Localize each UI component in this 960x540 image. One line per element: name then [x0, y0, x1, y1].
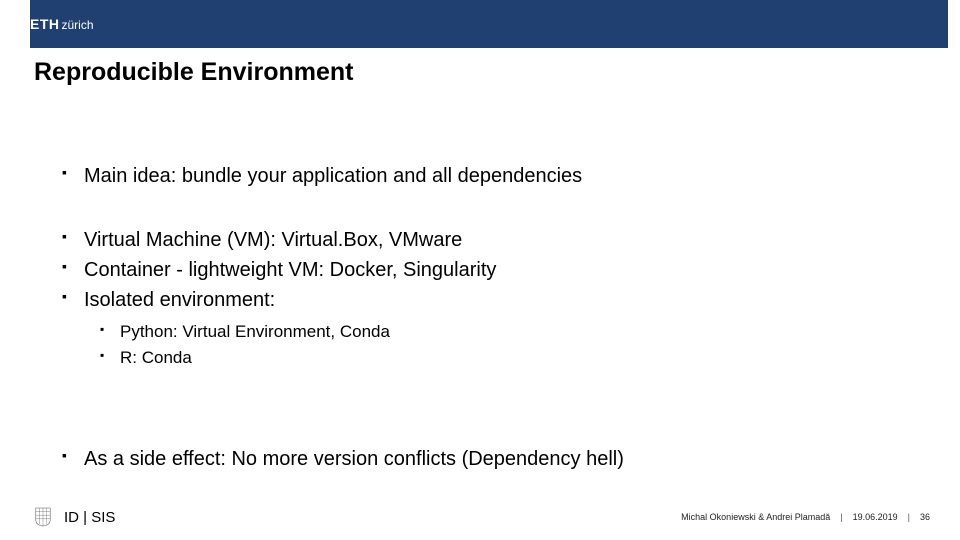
- sub-bullet-r: R: Conda: [100, 348, 920, 368]
- bullet-container: Container - lightweight VM: Docker, Sing…: [62, 258, 920, 282]
- footer-dept: ID | SIS: [64, 509, 115, 526]
- footer-sep-2: |: [908, 512, 910, 522]
- footer-sep-1: |: [840, 512, 842, 522]
- bullet-main-idea: Main idea: bundle your application and a…: [62, 164, 920, 188]
- footer-authors: Michal Okoniewski & Andrei Plamadă: [681, 512, 830, 522]
- shield-icon: [34, 507, 52, 527]
- header-bar: ETH zürich: [30, 0, 948, 48]
- eth-logo-thin: zürich: [62, 18, 94, 32]
- sub-bullet-python: Python: Virtual Environment, Conda: [100, 322, 920, 342]
- bullet-isolated: Isolated environment: Python: Virtual En…: [62, 288, 920, 369]
- eth-logo: ETH zürich: [30, 16, 94, 32]
- footer-date: 19.06.2019: [853, 512, 898, 522]
- bullet-side-effect: As a side effect: No more version confli…: [62, 447, 920, 471]
- footer: ID | SIS Michal Okoniewski & Andrei Plam…: [0, 506, 960, 528]
- slide-content: Main idea: bundle your application and a…: [62, 164, 920, 477]
- slide-title: Reproducible Environment: [34, 58, 353, 87]
- eth-logo-bold: ETH: [30, 16, 60, 32]
- bullet-vm: Virtual Machine (VM): Virtual.Box, VMwar…: [62, 228, 920, 252]
- bullet-isolated-text: Isolated environment:: [84, 289, 275, 311]
- footer-page: 36: [920, 512, 930, 522]
